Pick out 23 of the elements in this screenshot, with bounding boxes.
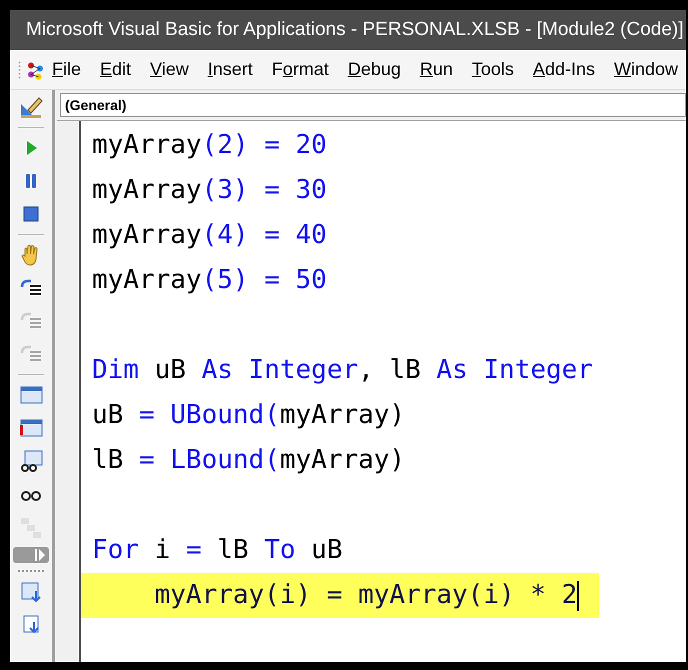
- menu-item[interactable]: Window: [614, 56, 678, 83]
- menu-item[interactable]: Debug: [348, 56, 401, 83]
- code-line: myArray(5) = 50: [91, 264, 327, 297]
- menu-item[interactable]: Format: [272, 56, 329, 83]
- toolbar-overflow-button[interactable]: [13, 547, 49, 563]
- window-title: Microsoft Visual Basic for Applications - PERSONAL.XLSB - [Module2 (Code)]: [26, 18, 684, 42]
- watch-window-icon[interactable]: [18, 448, 44, 474]
- menu-item[interactable]: Add-Ins: [532, 56, 595, 83]
- menu-item[interactable]: Edit: [100, 56, 132, 83]
- menu-item[interactable]: View: [150, 56, 189, 83]
- code-line: lB = LBound(myArray): [91, 444, 406, 477]
- code-line: uB = UBound(myArray): [91, 399, 406, 432]
- code-line: myArray(3) = 30: [91, 174, 327, 207]
- menu-item[interactable]: File: [52, 56, 82, 83]
- object-dropdown[interactable]: (General): [60, 93, 686, 117]
- code-line: myArray(2) = 20: [91, 129, 327, 162]
- menu-item[interactable]: Insert: [208, 56, 253, 83]
- code-line: For i = lB To uB: [91, 534, 342, 567]
- menu-item[interactable]: Tools: [472, 56, 514, 83]
- code-line: myArray(4) = 40: [91, 219, 327, 252]
- chevron-icon: [35, 549, 45, 561]
- code-line: Dim uB As Integer, lB As Integer: [91, 354, 593, 387]
- menu-item[interactable]: Run: [420, 56, 453, 83]
